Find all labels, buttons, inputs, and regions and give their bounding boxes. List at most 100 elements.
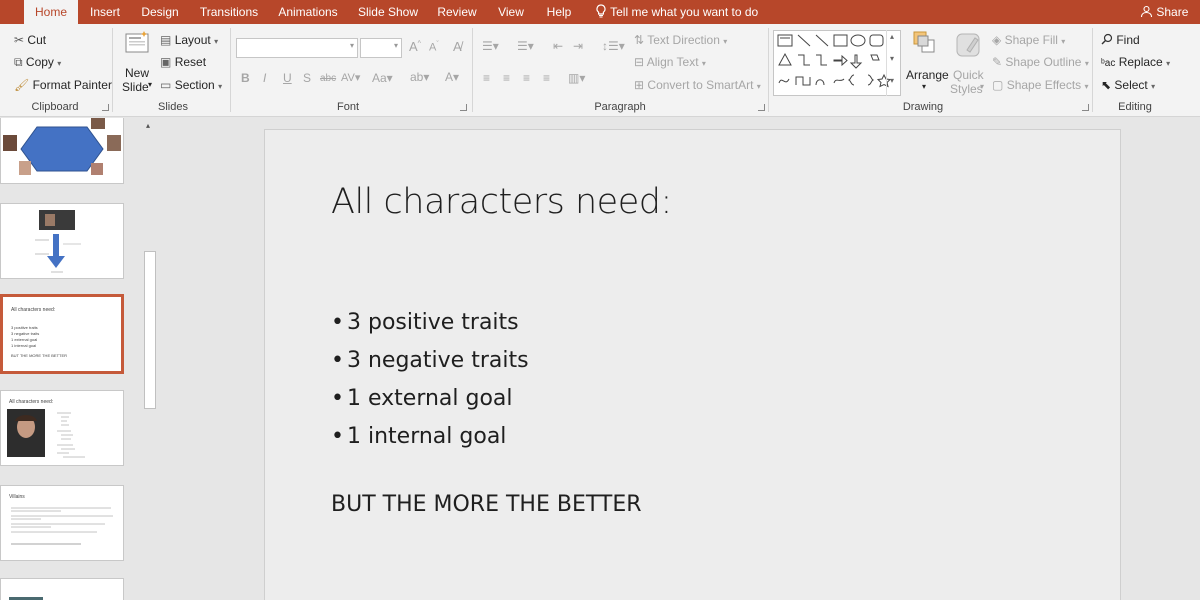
shape-fill-label: Shape Fill xyxy=(1004,33,1058,47)
editing-group-label: Editing xyxy=(1118,101,1152,113)
clear-formatting-icon[interactable]: A̸ xyxy=(453,39,462,54)
slide-thumbnail-3[interactable]: All characters need: 3 positive traits 3… xyxy=(0,294,124,374)
share-label: Share xyxy=(1156,5,1189,19)
align-text-button[interactable]: ⊟ Align Text ▾ xyxy=(634,55,706,69)
find-button[interactable]: Find xyxy=(1101,33,1140,47)
thumbnail-scrollbar[interactable]: ▴ xyxy=(143,118,157,600)
quick-styles-icon xyxy=(955,30,983,61)
italic-icon[interactable]: I xyxy=(263,71,266,85)
quick-styles-button[interactable]: Quick Styles ▾ xyxy=(950,28,988,98)
clipboard-launcher-icon[interactable] xyxy=(102,104,109,111)
new-slide-icon xyxy=(124,30,150,59)
tab-insert[interactable]: Insert xyxy=(84,0,126,24)
copy-button[interactable]: ⧉ Copy ▾ xyxy=(14,55,61,70)
chevron-down-icon: ▾ xyxy=(723,37,728,46)
share-button[interactable]: Share xyxy=(1140,0,1188,24)
group-divider xyxy=(768,28,769,112)
replace-icon: ᵇac xyxy=(1101,58,1116,69)
chevron-down-icon: ▾ xyxy=(148,80,153,89)
cut-button[interactable]: ✂ Cut xyxy=(14,33,46,47)
group-divider xyxy=(230,28,231,112)
strikethrough-icon[interactable]: abc xyxy=(320,73,336,84)
align-right-icon[interactable]: ≡ xyxy=(523,71,530,85)
replace-button[interactable]: ᵇac Replace ▾ xyxy=(1101,55,1170,69)
slide-thumbnail-4[interactable]: All characters need: xyxy=(0,390,124,466)
slide-thumbnail-2[interactable] xyxy=(0,203,124,279)
chevron-down-icon: ▾ xyxy=(922,82,927,91)
scrollbar-thumb[interactable] xyxy=(144,251,156,409)
gallery-scroll[interactable]: ▴ ▾ ▾ xyxy=(886,30,901,96)
columns-icon[interactable]: ▥▾ xyxy=(568,71,585,85)
copy-label: Copy xyxy=(25,55,54,69)
align-text-label: Align Text xyxy=(646,55,699,69)
increase-indent-icon[interactable]: ⇥ xyxy=(573,39,583,53)
decrease-indent-icon[interactable]: ⇤ xyxy=(553,39,563,53)
slide-title[interactable]: All characters need: xyxy=(331,182,672,222)
tab-help[interactable]: Help xyxy=(540,0,578,24)
find-label: Find xyxy=(1116,33,1140,47)
bullet-item: • 1 internal goal xyxy=(331,418,529,456)
change-case-icon[interactable]: Aa▾ xyxy=(372,71,393,85)
format-painter-button[interactable]: 🖌 Format Painter xyxy=(14,78,112,92)
scissors-icon: ✂ xyxy=(14,33,25,47)
chevron-up-icon[interactable]: ▴ xyxy=(146,121,150,130)
decrease-font-icon[interactable]: Aˇ xyxy=(429,41,439,54)
font-name-input[interactable]: ▾ xyxy=(236,38,358,58)
font-size-input[interactable]: ▾ xyxy=(360,38,402,58)
paragraph-launcher-icon[interactable] xyxy=(758,104,765,111)
ribbon: ✂ Cut ⧉ Copy ▾ 🖌 Format Painter Clipboar… xyxy=(0,24,1200,117)
tell-me-search[interactable]: Tell me what you want to do xyxy=(595,0,758,24)
chevron-up-icon: ▴ xyxy=(890,32,895,41)
tab-design[interactable]: Design xyxy=(136,0,184,24)
thumbnail-3-line: 1 internal goal xyxy=(11,343,37,348)
justify-icon[interactable]: ≡ xyxy=(543,71,550,85)
tab-transitions[interactable]: Transitions xyxy=(196,0,262,24)
shapes-gallery[interactable] xyxy=(773,30,901,96)
align-center-icon[interactable]: ≡ xyxy=(503,71,510,85)
shadow-icon[interactable]: S xyxy=(303,71,311,85)
highlight-icon[interactable]: ab▾ xyxy=(410,70,429,84)
bullet-item: • 3 negative traits xyxy=(331,342,529,380)
convert-smartart-button[interactable]: ⊞ Convert to SmartArt ▾ xyxy=(634,78,761,92)
group-divider xyxy=(1092,28,1093,112)
shape-effects-button[interactable]: ▢ Shape Effects ▾ xyxy=(992,78,1089,92)
layout-button[interactable]: ▤ Layout ▾ xyxy=(160,33,218,47)
section-button[interactable]: ▭ Section ▾ xyxy=(160,78,222,92)
tab-slide-show[interactable]: Slide Show xyxy=(355,0,421,24)
numbering-icon[interactable]: ☰▾ xyxy=(517,39,534,53)
font-launcher-icon[interactable] xyxy=(460,104,467,111)
reset-icon: ▣ xyxy=(160,55,172,69)
tab-view[interactable]: View xyxy=(494,0,528,24)
underline-icon[interactable]: U xyxy=(283,71,292,85)
bullets-icon[interactable]: ☰▾ xyxy=(482,39,499,53)
font-color-icon[interactable]: A▾ xyxy=(445,70,459,84)
tell-me-label: Tell me what you want to do xyxy=(610,5,759,19)
tab-home[interactable]: Home xyxy=(24,0,78,24)
shape-effects-label: Shape Effects xyxy=(1006,78,1082,92)
reset-button[interactable]: ▣ Reset xyxy=(160,55,206,69)
tab-animations[interactable]: Animations xyxy=(274,0,342,24)
slide-canvas[interactable]: All characters need: • 3 positive traits … xyxy=(264,129,1121,600)
tab-review[interactable]: Review xyxy=(432,0,482,24)
shape-effects-icon: ▢ xyxy=(992,78,1004,92)
slide-thumbnail-6[interactable] xyxy=(0,578,124,600)
drawing-launcher-icon[interactable] xyxy=(1082,104,1089,111)
bold-icon[interactable]: B xyxy=(241,71,250,85)
char-spacing-icon[interactable]: AV▾ xyxy=(341,71,360,84)
slide-bullet-list[interactable]: • 3 positive traits • 3 negative traits • 1… xyxy=(331,304,529,456)
shape-outline-button[interactable]: ✎ Shape Outline ▾ xyxy=(992,55,1089,69)
slide-thumbnail-1[interactable] xyxy=(0,118,124,184)
align-left-icon[interactable]: ≡ xyxy=(483,71,490,85)
thumbnail-6-graphic xyxy=(9,597,43,600)
slide-thumbnail-5[interactable]: Villains xyxy=(0,485,124,561)
arrange-button[interactable]: Arrange ▾ xyxy=(904,28,949,98)
increase-font-icon[interactable]: A^ xyxy=(409,39,421,54)
line-spacing-icon[interactable]: ↕☰▾ xyxy=(602,39,625,53)
section-label: Section xyxy=(174,78,215,92)
text-direction-button[interactable]: ⇅ Text Direction ▾ xyxy=(634,33,727,47)
new-slide-button[interactable]: New Slide ▾ xyxy=(120,28,154,98)
select-button[interactable]: ⬉ Select ▾ xyxy=(1101,78,1155,92)
chevron-down-icon: ▾ xyxy=(57,59,62,68)
shape-fill-button[interactable]: ◈ Shape Fill ▾ xyxy=(992,33,1065,47)
thumbnail-3-line: 3 positive traits xyxy=(11,325,38,330)
